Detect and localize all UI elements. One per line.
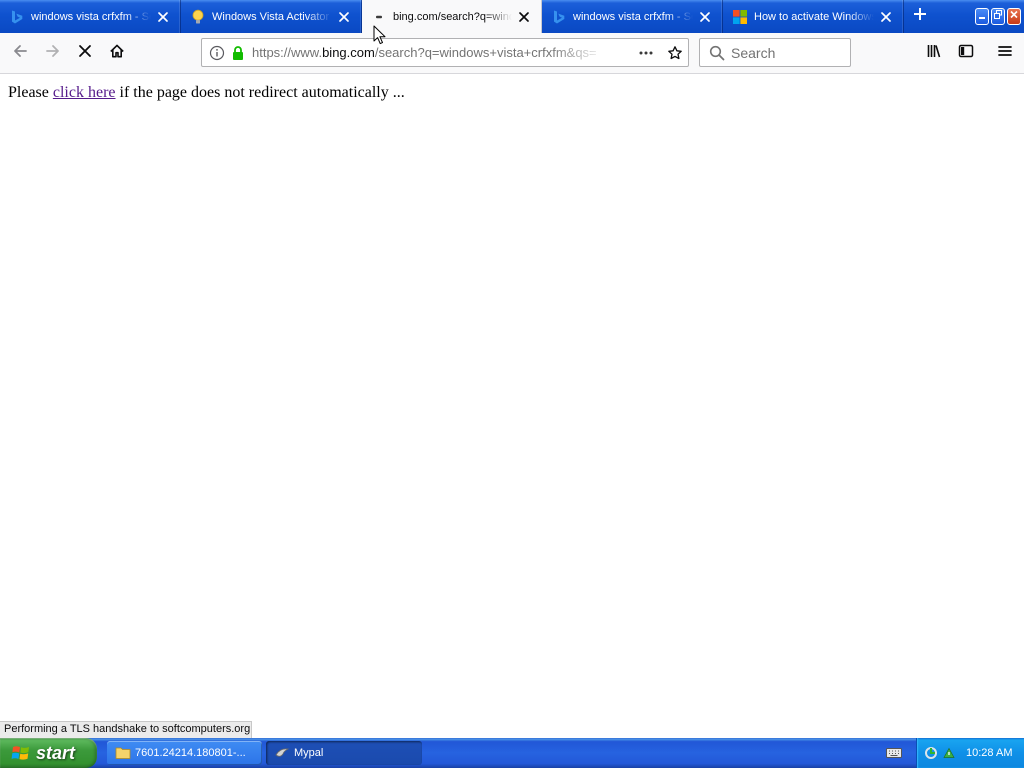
- info-icon[interactable]: [209, 45, 225, 61]
- status-panel: Performing a TLS handshake to softcomput…: [0, 721, 252, 738]
- redirect-message: Please click here if the page does not r…: [8, 84, 405, 102]
- url-bar[interactable]: https://www.bing.com/search?q=windows+vi…: [201, 38, 689, 67]
- forward-button[interactable]: [38, 38, 68, 68]
- taskbar-button-mypal[interactable]: Mypal: [266, 741, 422, 765]
- clock[interactable]: 10:28 AM: [966, 738, 1012, 768]
- microsoft-logo-icon: [732, 9, 748, 25]
- message-before-link: Please: [8, 84, 49, 101]
- system-tray: 10:28 AM: [916, 738, 1024, 768]
- taskbar-button-label: 7601.24214.180801-...: [135, 747, 246, 759]
- menu-icon: [997, 43, 1013, 64]
- plus-icon: [912, 6, 928, 27]
- library-icon: [926, 43, 942, 64]
- lock-icon[interactable]: [230, 45, 246, 61]
- taskbar: start 7601.24214.180801-... Mypal 10:28 …: [0, 738, 1024, 768]
- tab-strip: windows vista crfxfm - Se Windows Vista …: [0, 0, 1024, 33]
- tray-security-icon[interactable]: [941, 745, 957, 761]
- tab[interactable]: windows vista crfxfm - Se: [0, 0, 181, 33]
- taskbar-button-label: Mypal: [294, 747, 324, 759]
- start-button[interactable]: start: [0, 738, 97, 768]
- bing-icon: [551, 9, 567, 25]
- stop-icon: [77, 43, 93, 64]
- close-tab-icon[interactable]: [336, 9, 352, 25]
- folder-icon: [115, 745, 131, 761]
- taskbar-button-explorer[interactable]: 7601.24214.180801-...: [107, 741, 262, 765]
- restore-button[interactable]: [991, 8, 1005, 25]
- mypal-icon: [274, 745, 290, 761]
- url-domain: bing.com: [322, 45, 375, 60]
- restore-icon: [993, 8, 1003, 26]
- sidebar-button[interactable]: [951, 38, 981, 68]
- bookmark-star-icon[interactable]: [667, 45, 683, 61]
- page-content: Please click here if the page does not r…: [0, 74, 1024, 738]
- lightbulb-icon: [190, 9, 206, 25]
- search-input[interactable]: [731, 40, 843, 65]
- loading-icon: [371, 9, 387, 25]
- tab-title: How to activate Windows: [754, 10, 874, 23]
- close-tab-icon[interactable]: [155, 9, 171, 25]
- tab-title: windows vista crfxfm - Se: [573, 10, 693, 23]
- tab-active[interactable]: bing.com/search?q=wind: [362, 0, 542, 33]
- tab[interactable]: Windows Vista Activator -: [181, 0, 362, 33]
- url-prefix: https://www.: [252, 45, 323, 60]
- home-icon: [109, 43, 125, 64]
- stop-button[interactable]: [70, 38, 100, 68]
- search-box[interactable]: [699, 38, 851, 67]
- minimize-icon: [977, 8, 987, 26]
- keyboard-icon[interactable]: [886, 746, 902, 760]
- tab-title: windows vista crfxfm - Se: [31, 10, 151, 23]
- window-close-button[interactable]: [1007, 8, 1021, 25]
- click-here-link[interactable]: click here: [53, 84, 116, 101]
- close-tab-icon[interactable]: [516, 9, 532, 25]
- page-actions-icon[interactable]: [638, 45, 654, 61]
- minimize-button[interactable]: [975, 8, 989, 25]
- tab-title: bing.com/search?q=wind: [393, 10, 512, 23]
- navigation-toolbar: https://www.bing.com/search?q=windows+vi…: [0, 33, 1024, 74]
- new-tab-button[interactable]: [908, 4, 932, 28]
- close-icon: [1009, 8, 1019, 26]
- windows-flag-icon: [11, 744, 31, 762]
- tab[interactable]: How to activate Windows: [723, 0, 904, 33]
- library-button[interactable]: [919, 38, 949, 68]
- back-button[interactable]: [5, 38, 35, 68]
- tab[interactable]: windows vista crfxfm - Se: [542, 0, 723, 33]
- search-icon: [709, 45, 725, 61]
- start-label: start: [36, 742, 76, 763]
- sidebar-icon: [958, 43, 974, 64]
- url-text[interactable]: https://www.bing.com/search?q=windows+vi…: [252, 39, 606, 66]
- url-path: /search?q=windows+vista+crfxfm&qs=: [374, 45, 597, 60]
- close-tab-icon[interactable]: [697, 9, 713, 25]
- back-arrow-icon: [12, 43, 28, 64]
- menu-button[interactable]: [990, 38, 1020, 68]
- tab-title: Windows Vista Activator -: [212, 10, 332, 23]
- close-tab-icon[interactable]: [878, 9, 894, 25]
- message-after-link: if the page does not redirect automatica…: [119, 84, 405, 101]
- tray-network-icon[interactable]: [923, 745, 939, 761]
- forward-arrow-icon: [45, 43, 61, 64]
- bing-icon: [9, 9, 25, 25]
- home-button[interactable]: [102, 38, 132, 68]
